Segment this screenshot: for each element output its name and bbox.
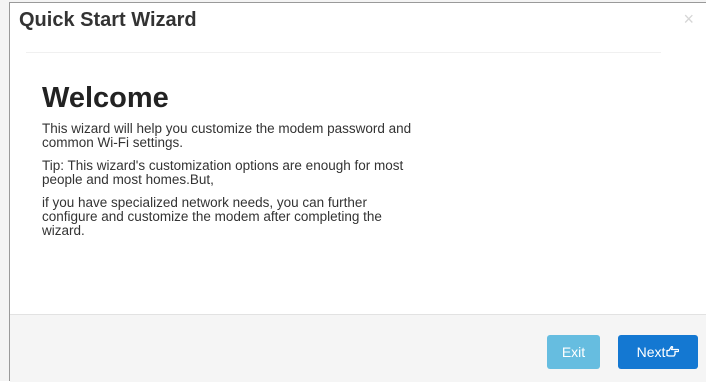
dialog-header: Quick Start Wizard × xyxy=(10,3,706,41)
exit-button-label: Exit xyxy=(561,344,586,360)
hand-point-right-icon xyxy=(666,335,680,369)
dialog-title: Quick Start Wizard xyxy=(19,9,197,31)
header-divider xyxy=(26,52,661,53)
next-button[interactable]: Next xyxy=(618,335,698,369)
advanced-paragraph: if you have specialized network needs, y… xyxy=(42,195,382,238)
tip-paragraph: Tip: This wizard's customization options… xyxy=(42,158,404,187)
intro-paragraph: This wizard will help you customize the … xyxy=(42,121,412,150)
next-button-label: Next xyxy=(636,344,666,360)
dialog-body: Welcome This wizard will help you custom… xyxy=(42,81,422,247)
exit-button[interactable]: Exit xyxy=(547,335,600,369)
quick-start-wizard-dialog: Quick Start Wizard × Welcome This wizard… xyxy=(9,2,706,382)
close-icon[interactable]: × xyxy=(683,10,694,28)
dialog-footer: Exit Next xyxy=(10,314,706,382)
welcome-heading: Welcome xyxy=(42,82,169,114)
